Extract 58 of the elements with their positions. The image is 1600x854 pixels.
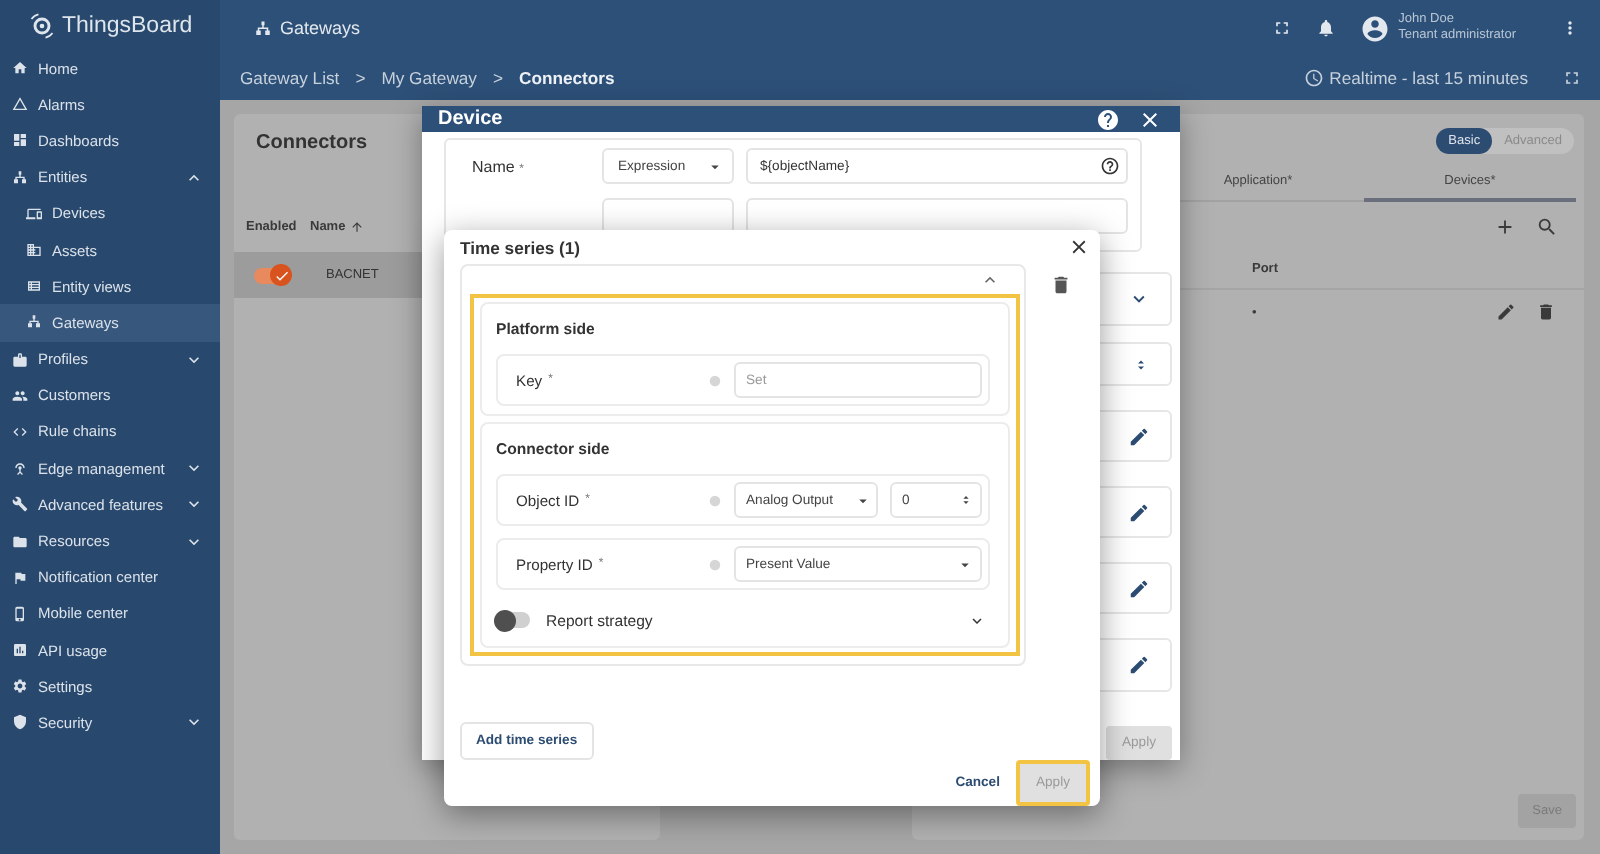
edit-icon[interactable] [1128, 577, 1150, 599]
monitor-icon [26, 205, 42, 222]
dialog-title: Time series (1) [460, 237, 581, 257]
bell-icon[interactable] [1316, 18, 1337, 38]
page-title: Gateways [280, 18, 363, 38]
wrench-icon [12, 496, 28, 513]
hierarchy-icon [12, 169, 28, 186]
logo-icon [28, 11, 56, 39]
code-icon [12, 423, 28, 440]
toggle-switch[interactable] [254, 267, 288, 283]
delete-icon[interactable] [1050, 274, 1072, 296]
edit-icon[interactable] [1128, 501, 1150, 523]
info-icon [708, 373, 722, 387]
people-icon [12, 387, 28, 404]
info-icon [708, 493, 722, 507]
list-icon [26, 278, 42, 295]
shield-icon [12, 714, 28, 731]
fullscreen-icon[interactable] [1562, 68, 1582, 88]
breadcrumb-separator: > [355, 68, 366, 88]
spinner-icon [1132, 355, 1150, 373]
avatar-icon[interactable] [1360, 13, 1391, 43]
breadcrumb-link[interactable]: My Gateway [381, 68, 477, 88]
grid-icon [12, 132, 28, 149]
breadcrumb-current: Connectors [519, 68, 615, 88]
building-icon [26, 242, 42, 259]
edit-icon[interactable] [1128, 654, 1150, 676]
breadcrumb-separator: > [492, 68, 504, 88]
flag-icon [12, 569, 28, 586]
help-icon[interactable] [1096, 107, 1120, 131]
check-icon [273, 267, 289, 283]
folder-icon [12, 533, 28, 550]
help-icon [1100, 156, 1120, 176]
hierarchy-icon [254, 19, 272, 37]
edit-icon[interactable] [1128, 425, 1150, 447]
antenna-icon [12, 460, 28, 477]
close-icon[interactable] [1068, 236, 1090, 258]
dialog-title: Device [438, 108, 505, 130]
clock-icon [1303, 68, 1324, 88]
time-window-button[interactable]: Realtime - last 15 minutes [1303, 68, 1528, 88]
warning-icon [12, 96, 28, 113]
info-icon [708, 557, 722, 571]
close-icon[interactable] [1138, 107, 1162, 131]
edit-icon[interactable] [1496, 302, 1516, 322]
spinner-icon [958, 492, 974, 508]
briefcase-icon [12, 351, 28, 368]
plus-icon[interactable] [1494, 216, 1516, 238]
chart-icon [12, 642, 28, 659]
search-icon[interactable] [1536, 216, 1558, 238]
logo-text: ThingsBoard [62, 13, 193, 37]
card-title: Connectors [254, 130, 370, 158]
toggle-switch[interactable] [496, 612, 530, 628]
phone-icon [12, 605, 28, 622]
settings-icon [12, 678, 28, 695]
delete-icon[interactable] [1536, 302, 1556, 322]
home-icon [12, 60, 28, 77]
fullscreen-icon[interactable] [1272, 18, 1293, 38]
hierarchy-icon [26, 314, 42, 331]
breadcrumb-link[interactable]: Gateway List [240, 68, 340, 88]
